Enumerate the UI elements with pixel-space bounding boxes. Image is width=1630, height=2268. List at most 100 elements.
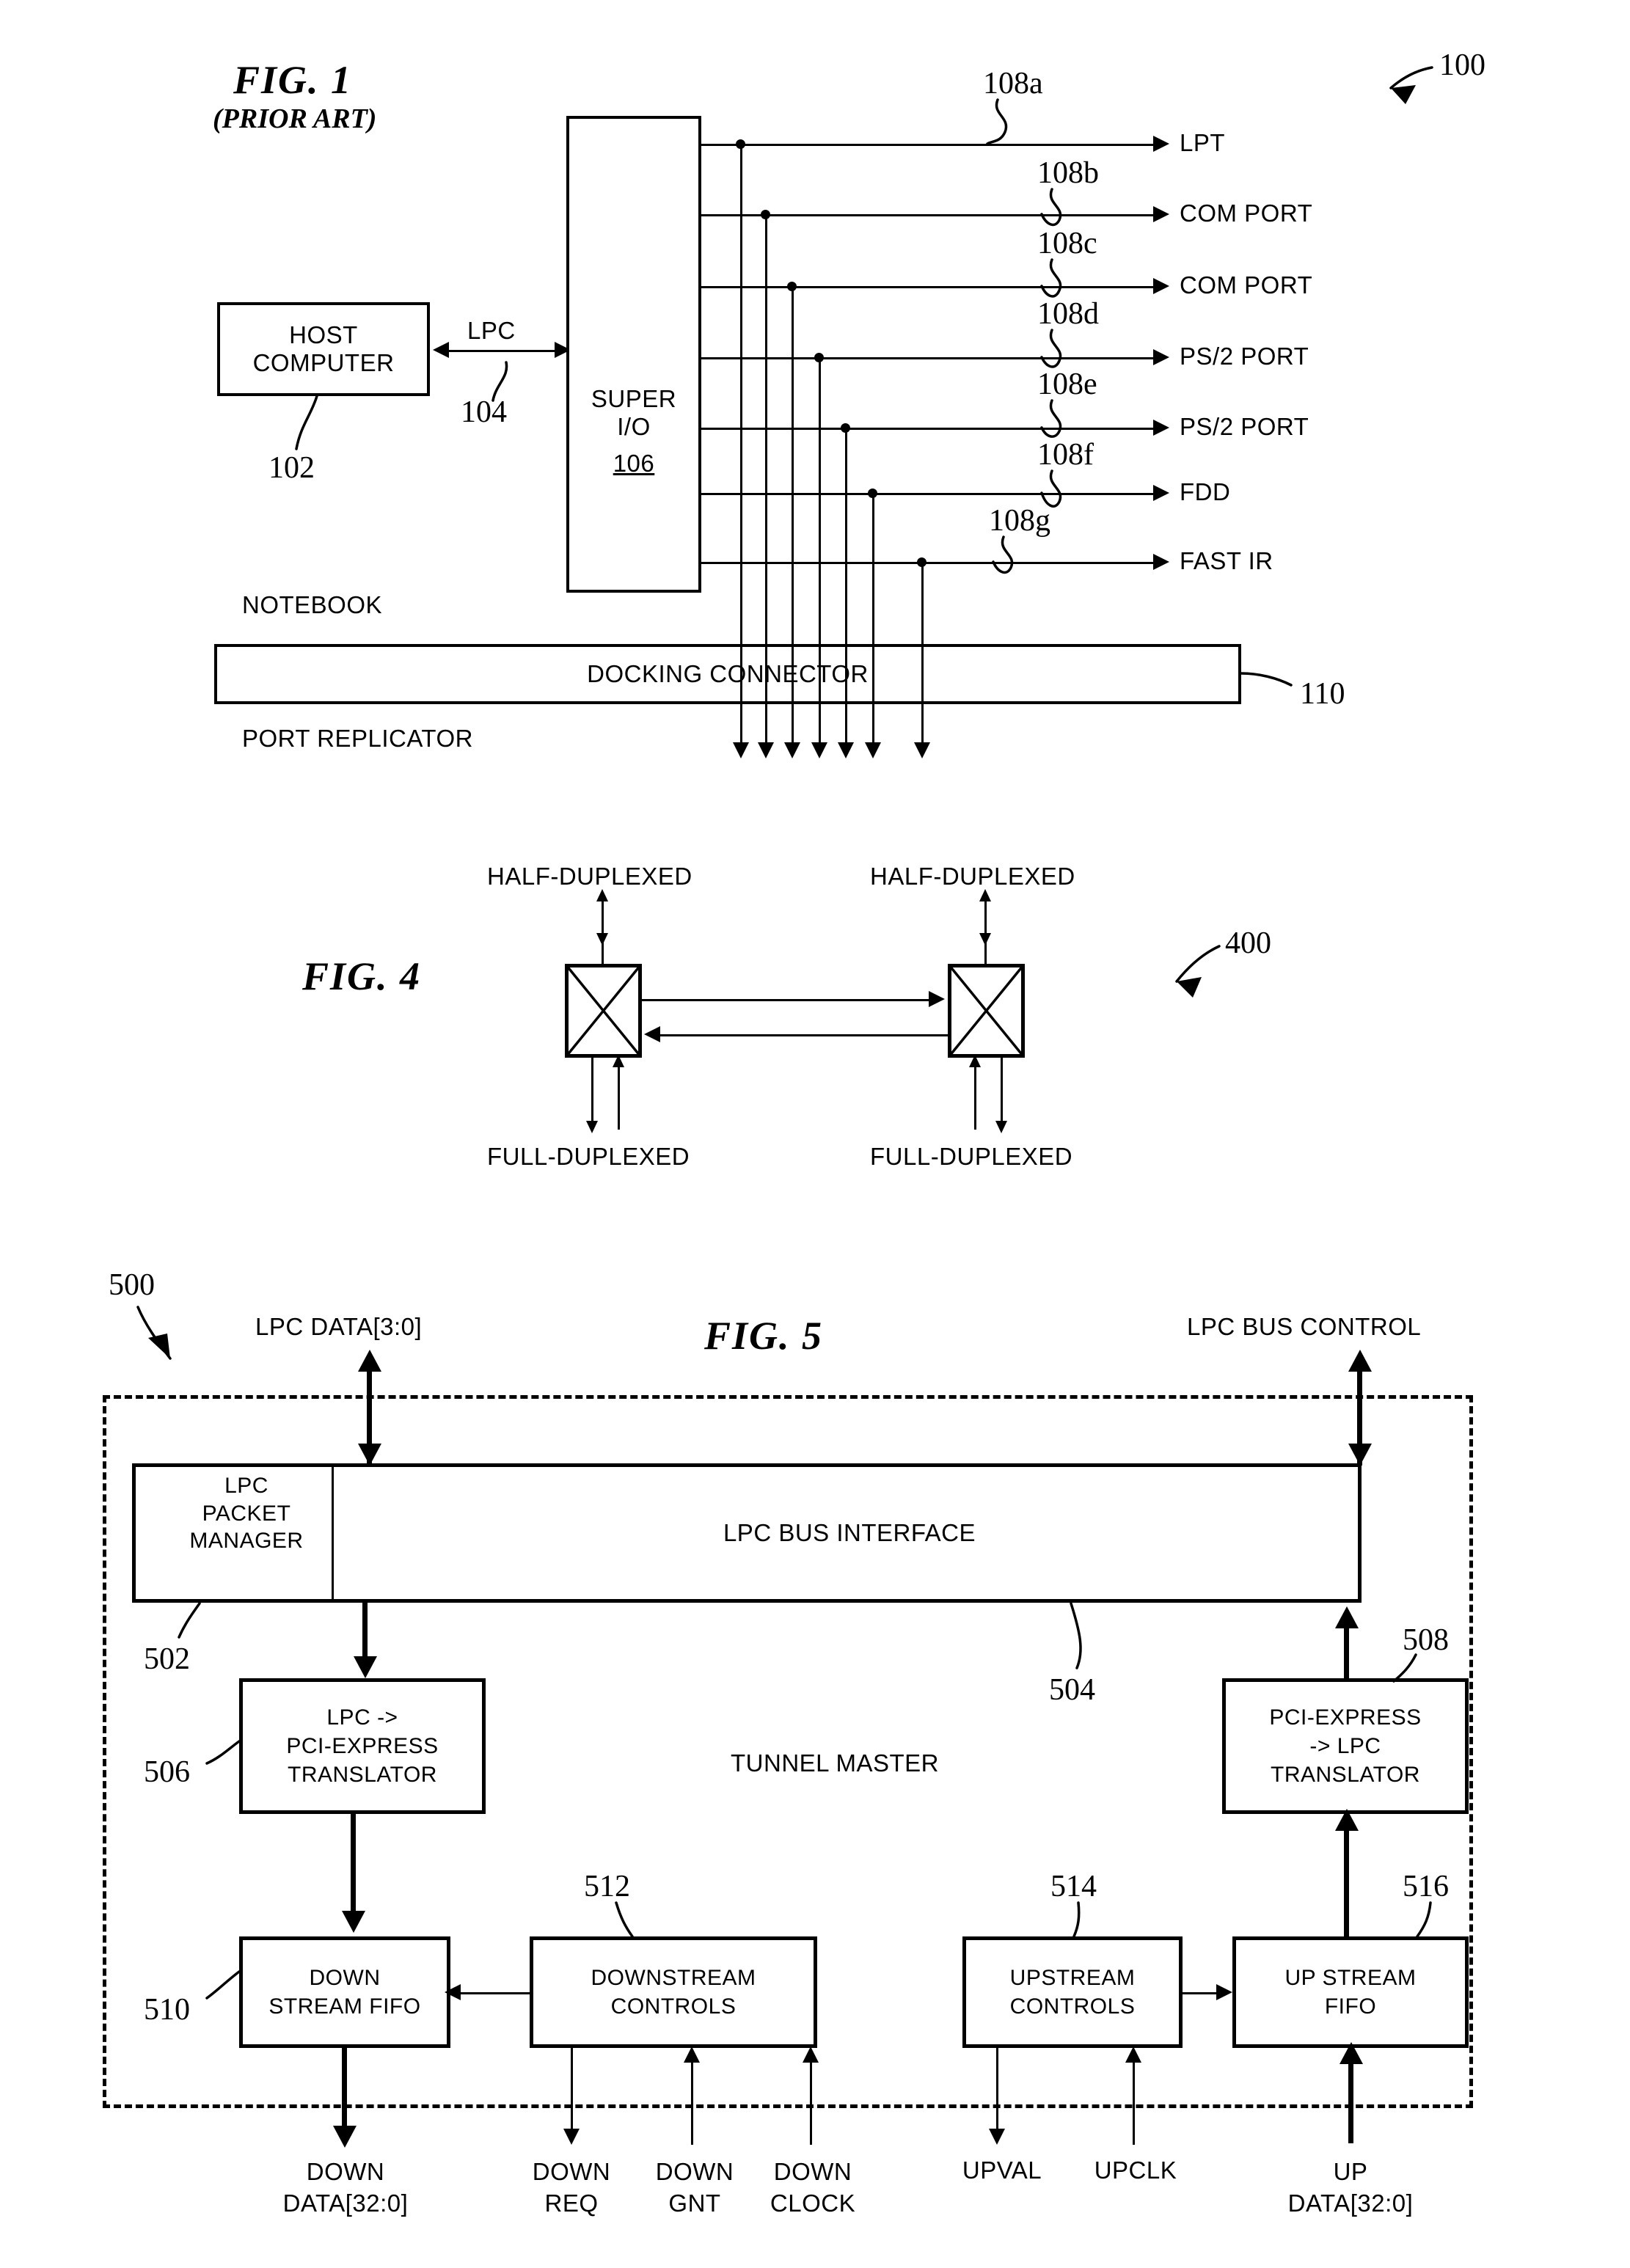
port-line-3 — [700, 286, 1158, 288]
tap-line-7 — [921, 562, 924, 748]
upstream-controls-line1: UPSTREAM — [1009, 1966, 1136, 1990]
down-data-signal: DOWN DATA[32:0] — [263, 2157, 428, 2220]
lpc-to-pcie-line1: LPC -> — [326, 1705, 398, 1730]
port-ref-108a: 108a — [983, 67, 1043, 100]
down-data-line — [342, 2048, 347, 2136]
super-io-line1: SUPER — [591, 385, 677, 413]
bus-to-translator-line — [362, 1603, 368, 1663]
up-data-line1: UP — [1333, 2158, 1368, 2185]
lpc-packet-manager-divider — [332, 1465, 334, 1601]
lpc-bus-control-arrow-up — [1348, 1350, 1372, 1372]
tunnel-master-label: TUNNEL MASTER — [731, 1749, 939, 1777]
lpc-bus-interface-label: LPC BUS INTERFACE — [723, 1519, 976, 1547]
pcie-to-lpc-translator-ref: 508 — [1403, 1623, 1449, 1657]
port-label-fdd: FDD — [1180, 478, 1231, 505]
down-stream-fifo-line2: STREAM FIFO — [268, 1994, 421, 2019]
port-replicator-zone-label: PORT REPLICATOR — [242, 725, 473, 752]
upval-line1: UPVAL — [962, 2157, 1042, 2184]
port-line-4 — [700, 357, 1158, 359]
lpc-data-signal-label: LPC DATA[3:0] — [255, 1313, 423, 1340]
host-computer-line2: COMPUTER — [252, 349, 395, 376]
down-gnt-line — [691, 2054, 693, 2145]
lpc-packet-manager-block: LPC PACKET MANAGER — [167, 1472, 326, 1555]
fig5-title: FIG. 5 — [704, 1314, 824, 1358]
tap-arrow-5 — [838, 742, 854, 758]
lpc-packet-manager-ref: 502 — [144, 1642, 190, 1676]
down-gnt-arrow — [684, 2046, 700, 2063]
port-arrow-2 — [1153, 206, 1169, 222]
upclk-line — [1133, 2054, 1135, 2145]
down-stream-fifo-line1: DOWN — [309, 1966, 381, 1990]
up-data-line2: DATA[32:0] — [1287, 2189, 1414, 2217]
lpc-to-pcie-line3: TRANSLATOR — [288, 1763, 437, 1787]
fig1-ref-100: 100 — [1439, 48, 1485, 82]
up-stream-fifo-block: UP STREAM FIFO — [1232, 1936, 1469, 2048]
port-label-fast-ir: FAST IR — [1180, 547, 1273, 574]
port-arrow-7 — [1153, 554, 1169, 570]
lpc-data-arrow-up — [358, 1350, 381, 1372]
fig4-half-duplexed-right: HALF-DUPLEXED — [870, 863, 1075, 890]
port-ref-108b: 108b — [1037, 156, 1099, 190]
down-data-line1: DOWN — [306, 2158, 385, 2185]
upstream-controls-line2: CONTROLS — [1009, 1994, 1136, 2019]
upstream-controls-ref: 514 — [1050, 1870, 1097, 1903]
fig1-subtitle: (PRIOR ART) — [213, 103, 377, 134]
port-label-com1: COM PORT — [1180, 200, 1313, 227]
fig4-half-line-right — [984, 892, 987, 965]
down-clock-line2: CLOCK — [770, 2189, 856, 2217]
lpc-packet-manager-line3: MANAGER — [189, 1529, 304, 1553]
fig4-ref-400: 400 — [1225, 926, 1271, 960]
down-req-signal: DOWN REQ — [503, 2157, 640, 2220]
lpc-bus-label: LPC — [467, 317, 516, 344]
fig4-node-left — [565, 964, 642, 1058]
fig4-link-forward-arrow — [929, 991, 945, 1007]
up-data-line — [1348, 2054, 1353, 2143]
tap-arrow-2 — [758, 742, 774, 758]
lpc-packet-manager-line2: PACKET — [202, 1501, 291, 1526]
fifo-to-translator-line — [1344, 1818, 1349, 1939]
host-computer-line1: HOST — [289, 321, 358, 349]
upval-signal: UPVAL — [936, 2157, 1068, 2184]
fig4-link-reverse-arrow — [644, 1026, 660, 1042]
translator-to-fifo-line — [351, 1814, 356, 1917]
upclk-signal: UPCLK — [1070, 2157, 1202, 2184]
downstream-controls-line2: CONTROLS — [610, 1994, 737, 2019]
upclk-line1: UPCLK — [1094, 2157, 1177, 2184]
down-req-line2: REQ — [544, 2189, 599, 2217]
translator-to-fifo-arrow — [342, 1911, 365, 1933]
pcie-to-lpc-line1: PCI-EXPRESS — [1269, 1705, 1422, 1730]
port-line-5 — [700, 428, 1158, 430]
down-data-line2: DATA[32:0] — [282, 2189, 409, 2217]
port-label-com2: COM PORT — [1180, 271, 1313, 299]
fig4-full-duplexed-left: FULL-DUPLEXED — [487, 1143, 690, 1170]
fig4-half-arrow-up-left — [596, 889, 608, 901]
fig4-full-line-out-left — [591, 1058, 593, 1130]
lpc-bus-ref: 104 — [461, 395, 507, 429]
translator-to-bus-arrow — [1335, 1606, 1359, 1628]
fig4-full-arrow-up-left — [613, 1055, 624, 1067]
bus-to-translator-arrow — [354, 1656, 377, 1678]
lpc-bus-line — [449, 350, 559, 352]
super-io-ref: 106 — [613, 449, 655, 477]
super-io-line2: I/O — [617, 413, 651, 441]
up-stream-fifo-line1: UP STREAM — [1284, 1966, 1417, 1990]
tap-line-1 — [740, 144, 742, 748]
port-label-ps2-2: PS/2 PORT — [1180, 413, 1309, 440]
lpc-packet-manager-line1: LPC — [224, 1474, 268, 1498]
down-req-arrow — [563, 2129, 580, 2145]
fig4-full-arrow-down-left — [586, 1121, 598, 1133]
lpc-data-arrow-down — [358, 1444, 381, 1466]
port-ref-108f: 108f — [1037, 438, 1094, 472]
downstream-controls-line1: DOWNSTREAM — [591, 1966, 756, 1990]
fig4-link-forward — [642, 999, 932, 1001]
port-ref-108g: 108g — [989, 504, 1050, 538]
lpc-bus-interface-ref: 504 — [1049, 1673, 1095, 1707]
fig5-ref-500: 500 — [109, 1268, 155, 1302]
tap-line-4 — [819, 357, 821, 748]
tap-arrow-6 — [865, 742, 881, 758]
pcie-to-lpc-line3: TRANSLATOR — [1271, 1763, 1420, 1787]
patent-drawing-sheet: FIG. 1 (PRIOR ART) 100 HOST COMPUTER 102… — [0, 0, 1630, 2268]
tap-line-5 — [845, 428, 847, 748]
pcie-to-lpc-line2: -> LPC — [1309, 1734, 1381, 1758]
notebook-zone-label: NOTEBOOK — [242, 591, 383, 618]
